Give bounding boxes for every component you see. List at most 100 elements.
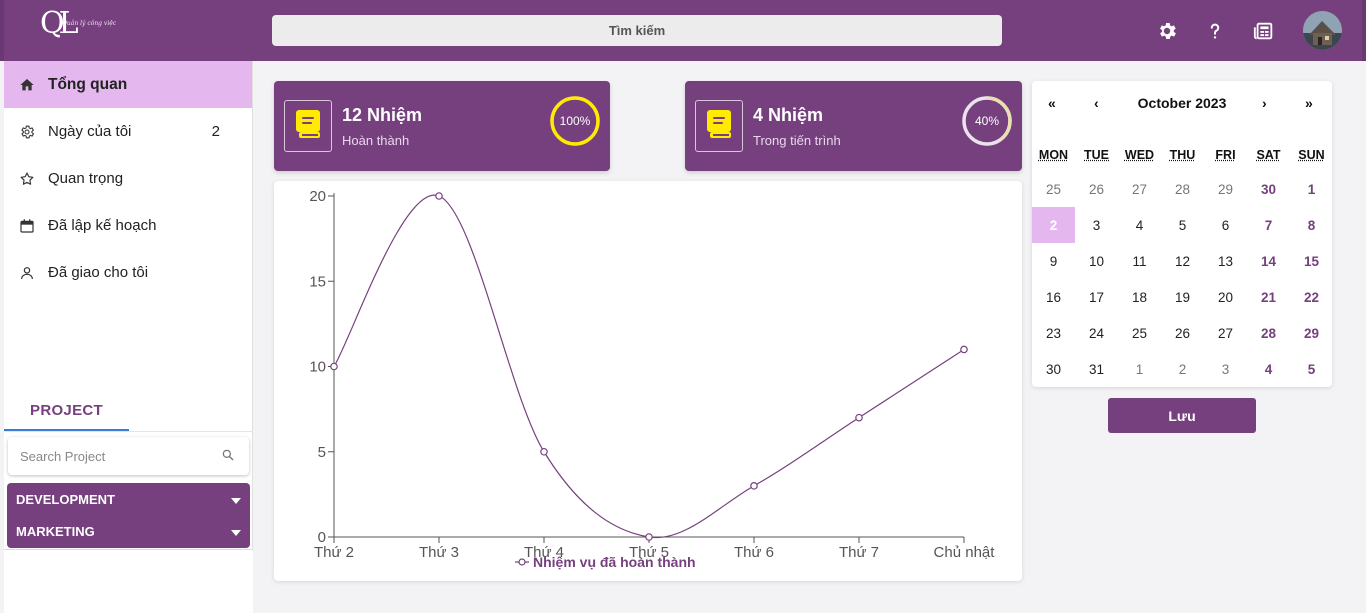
- progress-label: 100%: [559, 114, 591, 128]
- gear-icon[interactable]: [1154, 18, 1180, 44]
- calendar-day[interactable]: 27: [1204, 315, 1247, 351]
- calendar-day[interactable]: 11: [1118, 243, 1161, 279]
- sidebar-item-count: 2: [211, 123, 220, 140]
- calendar-icon: [18, 217, 36, 235]
- calendar-day[interactable]: 3: [1075, 207, 1118, 243]
- calendar-day[interactable]: 23: [1032, 315, 1075, 351]
- book-icon: [293, 108, 323, 145]
- calendar-day[interactable]: 26: [1075, 171, 1118, 207]
- logo-script: Quản lý công việc: [62, 20, 117, 27]
- gear-icon: [18, 123, 36, 141]
- top-bar: QL Quản lý công việc Tìm kiếm: [0, 0, 1366, 61]
- sidebar-item-important[interactable]: Quan trọng: [4, 155, 252, 202]
- prev-month-button[interactable]: ‹: [1094, 95, 1099, 111]
- chart-canvas: 05101520Thứ 2 Thứ 3 Thứ 4 Thứ 5 Thứ 6 Thứ 7 Ch…: [309, 188, 995, 570]
- calendar-day[interactable]: 2: [1032, 207, 1075, 243]
- book-icon-box: [284, 100, 332, 152]
- sidebar: Tổng quan Ngày của tôi 2 Quan trọng Đã l…: [4, 61, 253, 613]
- calendar-day[interactable]: 2: [1161, 351, 1204, 387]
- data-point: [750, 482, 758, 490]
- calendar-day[interactable]: 27: [1118, 171, 1161, 207]
- calendar-day[interactable]: 26: [1161, 315, 1204, 351]
- calendar-day[interactable]: 5: [1161, 207, 1204, 243]
- sidebar-item-label: Đã lập kế hoạch: [48, 217, 157, 234]
- legend-label: Nhiệm vụ đã hoàn thành: [533, 554, 696, 570]
- calendar-day[interactable]: 21: [1247, 279, 1290, 315]
- search-bar[interactable]: Tìm kiếm: [272, 15, 1002, 46]
- calendar-day[interactable]: 7: [1247, 207, 1290, 243]
- app-logo[interactable]: QL Quản lý công việc: [40, 6, 116, 46]
- calendar-day[interactable]: 16: [1032, 279, 1075, 315]
- calendar-day[interactable]: 24: [1075, 315, 1118, 351]
- caret-down-icon[interactable]: [231, 524, 241, 539]
- next-year-button[interactable]: »: [1305, 95, 1313, 111]
- question-icon[interactable]: [1202, 18, 1228, 44]
- y-tick-label: 15: [309, 273, 326, 290]
- project-list: DEVELOPMENT MARKETING: [7, 483, 250, 548]
- calendar-day[interactable]: 9: [1032, 243, 1075, 279]
- weekday-label: THU: [1169, 148, 1196, 162]
- calendar-day[interactable]: 15: [1290, 243, 1333, 279]
- calendar-day[interactable]: 28: [1161, 171, 1204, 207]
- avatar[interactable]: [1303, 11, 1342, 50]
- calendar-day[interactable]: 25: [1032, 171, 1075, 207]
- data-point: [435, 192, 443, 200]
- calendar-day[interactable]: 13: [1204, 243, 1247, 279]
- data-point: [645, 533, 653, 541]
- sidebar-item-planned[interactable]: Đã lập kế hoạch: [4, 202, 252, 249]
- calendar-day[interactable]: 1: [1290, 171, 1333, 207]
- calendar-day[interactable]: 5: [1290, 351, 1333, 387]
- y-tick-label: 5: [318, 444, 326, 461]
- calendar-day[interactable]: 30: [1032, 351, 1075, 387]
- prev-year-button[interactable]: «: [1048, 95, 1056, 111]
- calendar-day[interactable]: 17: [1075, 279, 1118, 315]
- save-button[interactable]: Lưu: [1108, 398, 1256, 433]
- project-label: MARKETING: [16, 523, 95, 539]
- calendar-day[interactable]: 25: [1118, 315, 1161, 351]
- data-point: [855, 413, 863, 422]
- sidebar-footer: [4, 549, 253, 613]
- calendar-day[interactable]: 14: [1247, 243, 1290, 279]
- line-chart: 0 5 10 15 20 Thứ 2 Thứ 3 Thứ 4 Thứ 5 Thứ 6 Thứ 7 Ch…: [274, 181, 1022, 581]
- sidebar-item-label: Đã giao cho tôi: [48, 264, 149, 281]
- calendar-day[interactable]: 8: [1290, 207, 1333, 243]
- calendar-day[interactable]: 22: [1290, 279, 1333, 315]
- calendar-day[interactable]: 19: [1161, 279, 1204, 315]
- sidebar-item-overview[interactable]: Tổng quan: [4, 61, 252, 108]
- project-search-field: [8, 437, 249, 475]
- project-item-marketing[interactable]: MARKETING: [7, 515, 250, 547]
- calendar-day[interactable]: 4: [1118, 207, 1161, 243]
- calendar-day[interactable]: 20: [1204, 279, 1247, 315]
- search-label: Tìm kiếm: [608, 23, 666, 38]
- calendar-title[interactable]: October 2023: [1122, 95, 1242, 111]
- calendar-day[interactable]: 12: [1161, 243, 1204, 279]
- y-tick-label: 10: [309, 359, 326, 376]
- calendar-day[interactable]: 6: [1204, 207, 1247, 243]
- calendar-day[interactable]: 18: [1118, 279, 1161, 315]
- next-month-button[interactable]: ›: [1262, 95, 1267, 111]
- calendar-day[interactable]: 30: [1247, 171, 1290, 207]
- calendar-day[interactable]: 31: [1075, 351, 1118, 387]
- progress-label: 40%: [974, 114, 1000, 128]
- book-icon-box: [695, 100, 743, 152]
- calendar-day[interactable]: 1: [1118, 351, 1161, 387]
- calendar: « ‹ October 2023 › » MON TUE WED THU FRI SAT S…: [1032, 81, 1332, 387]
- weekday-label: WED: [1124, 148, 1155, 162]
- calendar-day[interactable]: 29: [1204, 171, 1247, 207]
- search-icon[interactable]: [221, 448, 235, 467]
- weekday-label: TUE: [1084, 148, 1109, 162]
- calendar-day[interactable]: 4: [1247, 351, 1290, 387]
- sidebar-item-label: Quan trọng: [48, 170, 124, 187]
- sidebar-item-my-day[interactable]: Ngày của tôi 2: [4, 108, 252, 155]
- sidebar-item-assigned[interactable]: Đã giao cho tôi: [4, 249, 252, 296]
- tab-project[interactable]: PROJECT: [4, 391, 129, 431]
- caret-down-icon[interactable]: [231, 492, 241, 507]
- calendar-day[interactable]: 10: [1075, 243, 1118, 279]
- calendar-day[interactable]: 28: [1247, 315, 1290, 351]
- project-item-development[interactable]: DEVELOPMENT: [7, 483, 250, 515]
- newspaper-icon[interactable]: [1251, 18, 1277, 44]
- calendar-day[interactable]: 29: [1290, 315, 1333, 351]
- project-search-input[interactable]: [20, 448, 210, 464]
- x-tick-label: Thứ 6: [734, 544, 774, 561]
- calendar-day[interactable]: 3: [1204, 351, 1247, 387]
